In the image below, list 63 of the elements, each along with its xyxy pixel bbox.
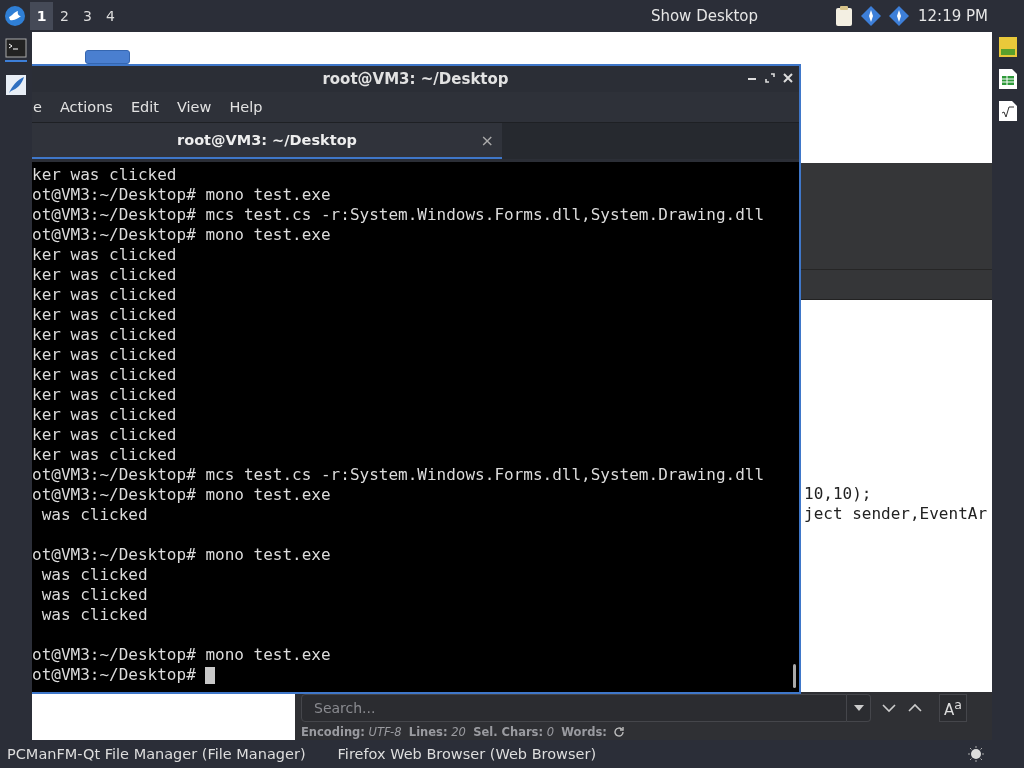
diamond-icon[interactable] (888, 5, 910, 27)
terminal-line: ker was clicked (32, 305, 177, 325)
terminal-icon[interactable] (5, 38, 27, 62)
terminal-line: ker was clicked (32, 245, 177, 265)
terminal-line: ker was clicked (32, 265, 177, 285)
terminal-line: ot@VM3:~/Desktop# mono test.exe (32, 545, 331, 565)
terminal-line: ker was clicked (32, 445, 177, 465)
scrollbar[interactable] (793, 664, 796, 688)
terminal-line: ot@VM3:~/Desktop# mono test.exe (32, 185, 331, 205)
menu-item[interactable]: Actions (59, 99, 113, 115)
taskbar-item[interactable]: Firefox Web Browser (Web Browser) (337, 746, 597, 762)
document-icon[interactable] (998, 36, 1018, 58)
terminal-line: was clicked (40, 505, 148, 525)
dropdown-arrow-icon[interactable] (852, 704, 865, 712)
clock: 12:19 PM (918, 7, 988, 25)
terminal-line: ot@VM3:~/Desktop# mono test.exe (32, 645, 331, 665)
chevron-down-icon[interactable] (881, 703, 897, 713)
terminal-line: ker was clicked (32, 385, 177, 405)
terminal-line: ker was clicked (32, 285, 177, 305)
match-case-button[interactable]: A$^{a}$ (939, 694, 967, 722)
taskbar-item[interactable]: PCManFM-Qt File Manager (File Manager) (7, 746, 306, 762)
workspace-button[interactable]: 3 (76, 2, 99, 30)
search-field[interactable]: Search... (301, 694, 847, 722)
text-cursor (205, 667, 216, 684)
terminal-line: ker was clicked (32, 165, 177, 185)
brightness-icon[interactable] (968, 746, 984, 762)
terminal-line: ot@VM3:~/Desktop# mcs test.cs -r:System.Windows.Forms.dll,System.Drawing.dll (32, 205, 765, 225)
workspace-button[interactable]: 1 (30, 2, 53, 30)
workspace-button[interactable]: 2 (53, 2, 76, 30)
workspace-button[interactable]: 4 (99, 2, 122, 30)
terminal-line: was clicked (40, 585, 148, 605)
menu-logo-icon[interactable] (4, 5, 26, 27)
refresh-icon[interactable] (612, 726, 625, 738)
show-desktop-button[interactable]: Show Desktop (650, 7, 758, 25)
close-icon[interactable] (783, 73, 793, 83)
clipboard-icon[interactable] (834, 5, 854, 27)
terminal-line: ot@VM3:~/Desktop# (32, 665, 197, 685)
chevron-up-icon[interactable] (907, 703, 923, 713)
formula-icon[interactable] (998, 100, 1018, 122)
terminal-line: ot@VM3:~/Desktop# mcs test.cs -r:System.Windows.Forms.dll,System.Drawing.dll (32, 465, 765, 485)
window-title: root@VM3: ~/Desktop (322, 70, 509, 88)
terminal-line: ker was clicked (32, 365, 177, 385)
restore-icon[interactable] (765, 73, 775, 83)
terminal-tab[interactable]: root@VM3: ~/Desktop × (32, 123, 502, 159)
status-text: Encoding: UTF-8 Lines: 20 Sel. Chars: 0 Words: (301, 725, 607, 739)
menu-item[interactable]: Help (229, 99, 263, 115)
terminal-line: ot@VM3:~/Desktop# mono test.exe (32, 225, 331, 245)
spreadsheet-icon[interactable] (998, 68, 1018, 90)
terminal-line: ker was clicked (32, 405, 177, 425)
menu-item[interactable]: Edit (130, 99, 159, 115)
terminal-line: ot@VM3:~/Desktop# mono test.exe (32, 485, 331, 505)
menu-item[interactable]: e (33, 99, 42, 115)
terminal-line: ker was clicked (32, 345, 177, 365)
tab-close-button[interactable]: × (480, 130, 494, 150)
diamond-icon[interactable] (860, 5, 882, 27)
feather-icon[interactable] (5, 74, 27, 96)
code-line: ject sender,EventAr (804, 504, 988, 524)
terminal-line: ker was clicked (32, 425, 177, 445)
menu-item[interactable]: View (177, 99, 212, 115)
terminal-line: was clicked (40, 605, 148, 625)
terminal-line: ker was clicked (32, 325, 177, 345)
code-line: 10,10); (804, 484, 872, 504)
terminal-line: was clicked (40, 565, 148, 585)
